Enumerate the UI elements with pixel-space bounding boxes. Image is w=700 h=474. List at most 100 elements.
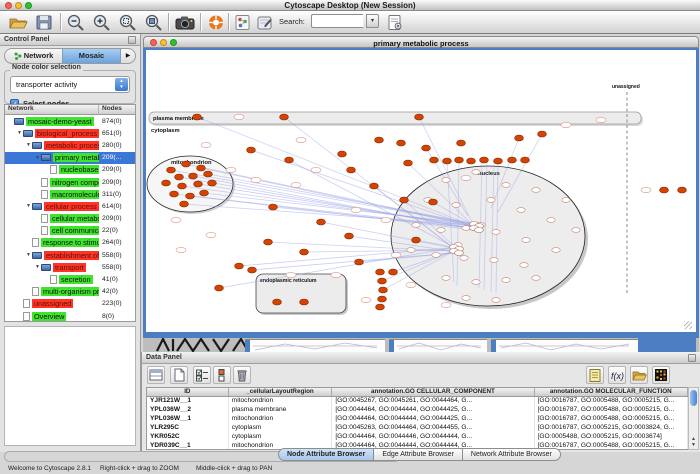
tab-mosaic[interactable]: Mosaic — [62, 49, 121, 63]
tree-row[interactable]: response to stimulu264(0) — [5, 237, 135, 249]
network-canvas[interactable]: plasma membranecytoplasmnucleusmitochond… — [146, 50, 696, 332]
matrix-view-icon[interactable] — [652, 366, 670, 384]
zoom-selected-icon[interactable] — [118, 13, 138, 32]
tree-row[interactable]: ▼cellular process614(0) — [5, 200, 135, 212]
attribute-checklist-icon[interactable] — [193, 366, 211, 384]
network-tab-icon — [14, 52, 22, 60]
tree-header-nodes[interactable]: Nodes — [99, 105, 135, 114]
tab-network-attribute-browser[interactable]: Network Attribute Browser — [463, 448, 561, 461]
search-input[interactable] — [311, 14, 363, 28]
file-icon — [41, 226, 48, 235]
table-row[interactable]: YPL036W__2plasma membrane[GO:0044464, GO… — [147, 406, 688, 415]
search-dropdown-icon[interactable]: ▾ — [366, 14, 379, 28]
window-frame-fragment — [638, 338, 696, 352]
scrollbar-thumb[interactable] — [690, 390, 697, 406]
tree-row[interactable]: secretion41(0) — [5, 273, 135, 285]
background-window-fragment[interactable] — [491, 339, 638, 352]
tree-node-label: cellular metabol — [50, 214, 99, 223]
app-titlebar[interactable]: Cytoscape Desktop (New Session) — [0, 0, 700, 11]
float-panel-icon[interactable] — [688, 354, 696, 362]
tab-node-attribute-browser[interactable]: Node Attribute Browser — [278, 448, 374, 461]
table-row[interactable]: YLR295Ccytoplasm[GO:0045263, GO:0044464,… — [147, 424, 688, 433]
tree-row[interactable]: ▼biological_process651(0) — [5, 127, 135, 139]
tree-expander-icon[interactable]: ▼ — [25, 203, 32, 209]
save-session-icon[interactable] — [34, 13, 54, 32]
network-canvas-svg[interactable]: plasma membranecytoplasmnucleusmitochond… — [146, 50, 696, 332]
scrollbar-arrows-icon[interactable]: ▲▼ — [689, 436, 698, 448]
tree-row[interactable]: ▼primary metabo209(... — [5, 152, 135, 164]
tree-row[interactable]: ▼transport558(0) — [5, 261, 135, 273]
tree-header-network[interactable]: Network — [5, 105, 99, 114]
window-resize-grip[interactable] — [684, 321, 692, 329]
tree-row[interactable]: Overview8(0) — [5, 310, 135, 322]
table-cell: [GO:0045267, GO:0045261, GO:0044464, G..… — [332, 397, 534, 406]
tree-expander-icon[interactable]: ▼ — [25, 252, 32, 258]
column-toggle-icon[interactable] — [213, 366, 231, 384]
table-row[interactable]: YJR121W__1mitochondrion[GO:0045267, GO:0… — [147, 397, 688, 406]
tree-expander-icon[interactable]: ▼ — [34, 264, 41, 270]
tree-row[interactable]: ▼establishment of lo558(0) — [5, 249, 135, 261]
float-panel-icon[interactable] — [128, 36, 136, 44]
tree-row[interactable]: nucleobase-209(0) — [5, 164, 135, 176]
table-cell: [GO:0016787, GO:0005488, GO:0005215, G..… — [535, 397, 688, 406]
tree-expander-icon[interactable]: ▼ — [34, 155, 41, 161]
tree-row[interactable]: ▼metabolic process280(0) — [5, 139, 135, 151]
tree-node-count: 41(0) — [99, 276, 135, 283]
svg-text:cytoplasm: cytoplasm — [151, 128, 180, 134]
node-color-dropdown[interactable]: transporter activity ▲▼ — [10, 76, 130, 93]
new-attribute-icon[interactable] — [170, 366, 188, 384]
table-cell: [GO:0005488, GO:0005215, GO:0003674] — [535, 433, 688, 442]
svg-text:f(x): f(x) — [611, 371, 624, 381]
tree-node-count: 874(0) — [99, 118, 135, 125]
file-icon — [50, 275, 57, 284]
table-cell: plasma membrane — [229, 406, 333, 415]
notes-icon[interactable] — [586, 366, 604, 384]
network-window-titlebar[interactable]: primary metabolic process — [143, 36, 699, 48]
tree-node-label: biological_process — [35, 129, 99, 138]
zoom-out-icon[interactable] — [66, 13, 86, 32]
tree-expander-icon[interactable]: ▼ — [25, 142, 32, 148]
tree-row[interactable]: cellular metabol209(0) — [5, 213, 135, 225]
attribute-table-header[interactable]: ID_cellularLayoutRegionannotation.GO CEL… — [147, 388, 688, 397]
tree-row[interactable]: multi-organism pro42(0) — [5, 286, 135, 298]
tree-expander-icon[interactable]: ▼ — [16, 130, 23, 136]
file-icon — [41, 190, 48, 199]
tree-row[interactable]: unassigned223(0) — [5, 298, 135, 310]
table-cell: [GO:0045263, GO:0044464, GO:0044455, G..… — [332, 424, 534, 433]
network-tree: Network Nodes mosaic-demo-yeast874(0)▼bi… — [4, 104, 136, 322]
search-config-icon[interactable] — [385, 13, 405, 32]
import-attributes-icon[interactable] — [630, 366, 648, 384]
tree-header[interactable]: Network Nodes — [5, 105, 135, 115]
tree-node-count: 558(0) — [99, 264, 135, 271]
vizmapper-icon[interactable] — [233, 13, 253, 32]
table-scrollbar[interactable]: ▲▼ — [688, 387, 699, 450]
table-column-header[interactable]: annotation.GO MOLECULAR_FUNCTION — [535, 388, 688, 396]
select-attributes-icon[interactable] — [147, 366, 165, 384]
table-column-header[interactable]: annotation.GO CELLULAR_COMPONENT — [332, 388, 534, 396]
tree-row[interactable]: macromolecule311(0) — [5, 188, 135, 200]
folder-icon — [32, 142, 42, 149]
tree-row[interactable]: cell communicat22(0) — [5, 225, 135, 237]
table-column-header[interactable]: _cellularLayoutRegion — [229, 388, 333, 396]
tabs-overflow-icon[interactable]: ▶ — [121, 49, 135, 63]
snapshot-camera-icon[interactable] — [174, 13, 194, 32]
tab-network[interactable]: Network — [5, 49, 62, 63]
tab-edge-attribute-browser[interactable]: Edge Attribute Browser — [374, 448, 463, 461]
function-builder-icon[interactable]: f(x) — [608, 366, 626, 384]
folder-icon — [41, 154, 51, 161]
annotation-pad-icon[interactable] — [255, 13, 275, 32]
tree-row[interactable]: nitrogen compo209(0) — [5, 176, 135, 188]
tree-row[interactable]: mosaic-demo-yeast874(0) — [5, 115, 135, 127]
background-window-fragment[interactable] — [245, 339, 385, 352]
open-session-icon[interactable] — [8, 13, 28, 32]
table-row[interactable]: YKR052Ccytoplasm[GO:0044464, GO:0044446,… — [147, 433, 688, 442]
help-lifering-icon[interactable] — [206, 13, 226, 32]
zoom-in-icon[interactable] — [92, 13, 112, 32]
table-row[interactable]: YPL036W__1mitochondrion[GO:0044464, GO:0… — [147, 415, 688, 424]
background-window-fragment[interactable] — [389, 339, 487, 352]
toolbar-separator — [228, 13, 229, 31]
delete-attribute-icon[interactable] — [233, 366, 251, 384]
tree-node-label: establishment of lo — [44, 251, 99, 260]
table-column-header[interactable]: ID — [147, 388, 229, 396]
zoom-fit-icon[interactable] — [144, 13, 164, 32]
